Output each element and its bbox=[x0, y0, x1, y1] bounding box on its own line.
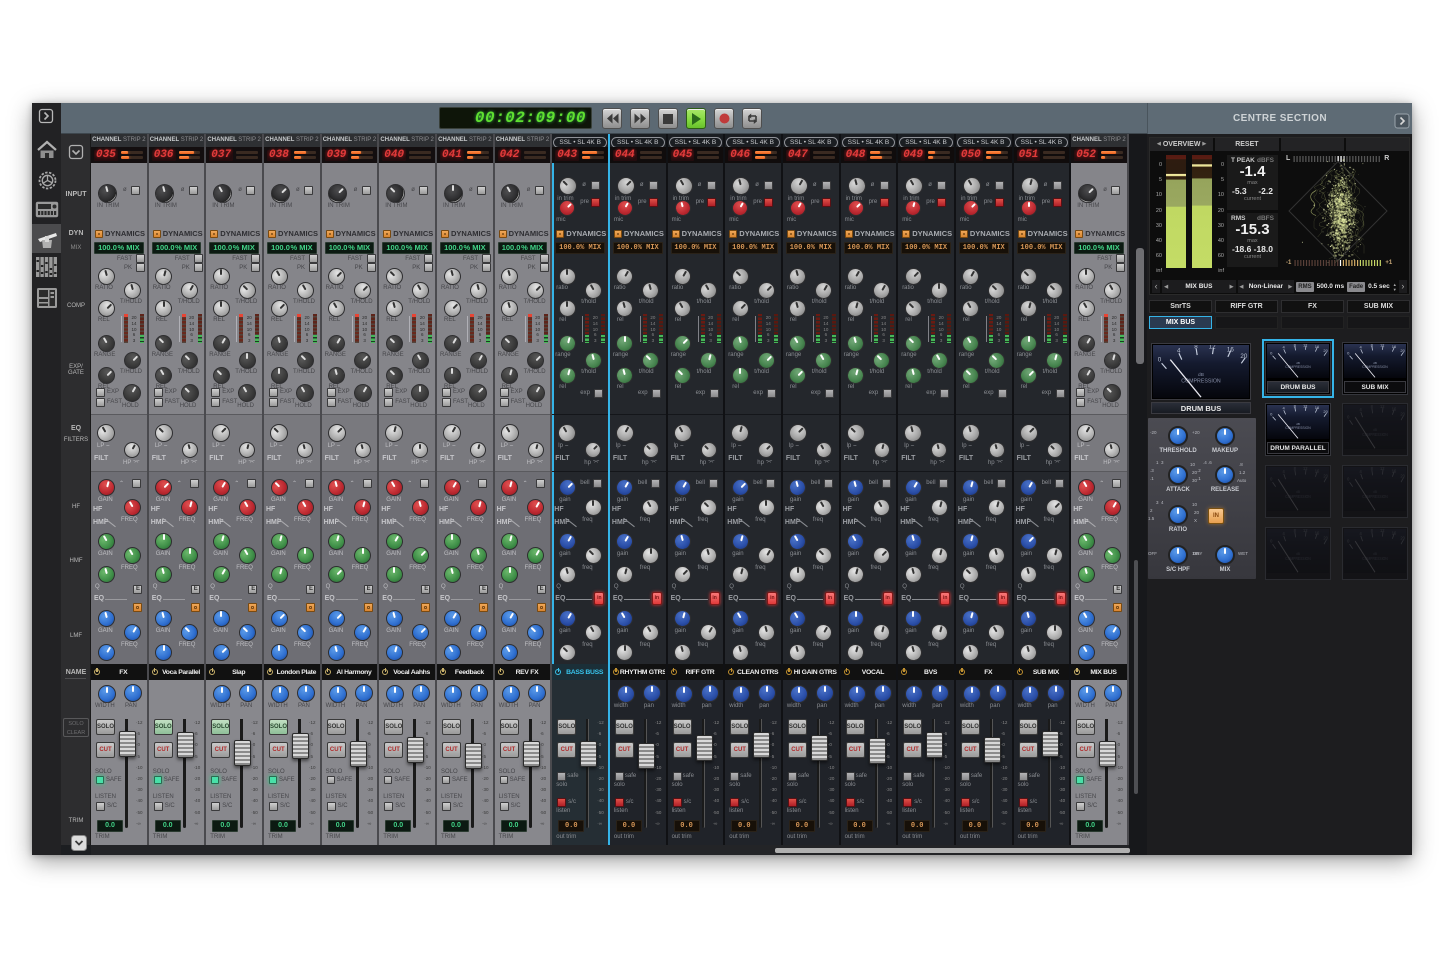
svg-text:20: 20 bbox=[1400, 473, 1405, 478]
svg-text:dB: dB bbox=[1373, 361, 1377, 365]
svg-text:12: 12 bbox=[1303, 344, 1307, 347]
svg-text:16: 16 bbox=[1315, 344, 1319, 349]
svg-text:16: 16 bbox=[1392, 406, 1397, 411]
svg-text:16: 16 bbox=[1227, 347, 1235, 354]
svg-text:16: 16 bbox=[1392, 530, 1397, 535]
svg-text:16: 16 bbox=[1315, 468, 1320, 473]
svg-text:8: 8 bbox=[1294, 344, 1296, 347]
svg-text:12: 12 bbox=[1380, 529, 1385, 533]
svg-text:dB: dB bbox=[1373, 552, 1377, 556]
svg-text:dB: dB bbox=[1373, 428, 1377, 432]
svg-text:dB: dB bbox=[1296, 552, 1300, 556]
svg-text:12: 12 bbox=[1209, 345, 1217, 351]
svg-text:dB: dB bbox=[1373, 490, 1377, 494]
svg-text:dB: dB bbox=[1296, 361, 1300, 365]
svg-text:16: 16 bbox=[1315, 405, 1319, 410]
svg-text:8: 8 bbox=[1294, 405, 1296, 408]
svg-text:12: 12 bbox=[1380, 467, 1385, 471]
svg-text:16: 16 bbox=[1392, 344, 1396, 349]
svg-text:20: 20 bbox=[1400, 535, 1405, 540]
svg-text:12: 12 bbox=[1303, 529, 1308, 533]
svg-text:12: 12 bbox=[1303, 467, 1308, 471]
svg-text:20: 20 bbox=[1400, 411, 1405, 416]
svg-text:8: 8 bbox=[1371, 344, 1373, 347]
svg-text:12: 12 bbox=[1303, 405, 1307, 408]
svg-text:20: 20 bbox=[1323, 535, 1328, 540]
svg-text:dB: dB bbox=[1198, 372, 1204, 377]
svg-text:20: 20 bbox=[1323, 473, 1328, 478]
svg-text:dB: dB bbox=[1296, 422, 1300, 426]
svg-text:20: 20 bbox=[1240, 353, 1248, 360]
svg-text:12: 12 bbox=[1380, 405, 1385, 409]
svg-text:16: 16 bbox=[1315, 530, 1320, 535]
svg-text:dB: dB bbox=[1296, 490, 1300, 494]
svg-text:16: 16 bbox=[1392, 468, 1397, 473]
svg-text:12: 12 bbox=[1380, 344, 1384, 347]
